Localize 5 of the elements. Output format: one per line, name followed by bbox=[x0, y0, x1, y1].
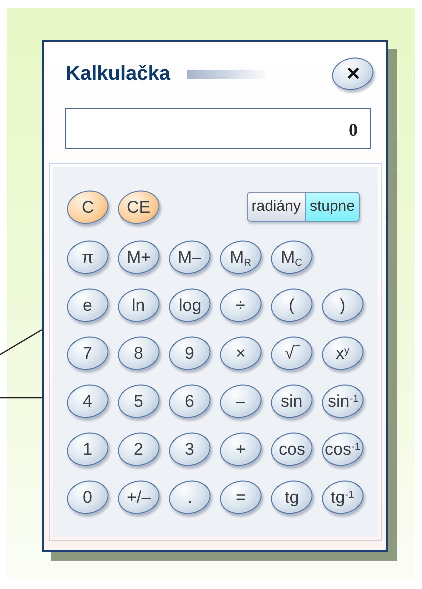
angle-mode-tab[interactable]: radiány bbox=[248, 192, 305, 222]
window-title: Kalkulačka bbox=[66, 64, 171, 84]
display-field: 0 bbox=[65, 108, 371, 149]
connector-lines-drawing bbox=[0, 329, 42, 400]
angle-mode-tab[interactable]: stupne bbox=[304, 192, 359, 222]
